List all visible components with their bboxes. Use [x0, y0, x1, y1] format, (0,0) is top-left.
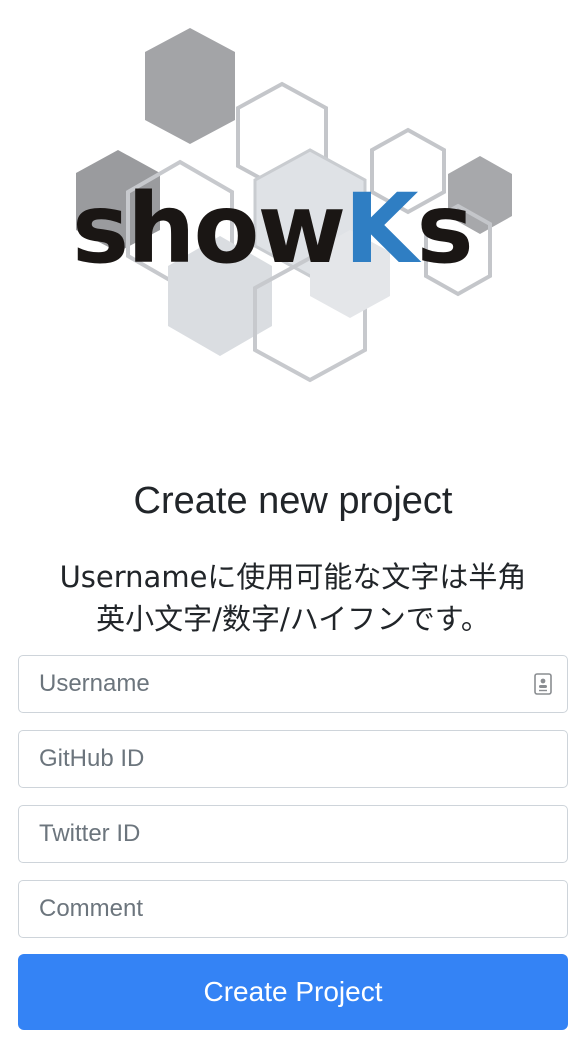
- username-field-wrap: [18, 655, 568, 713]
- logo-text-show: show: [72, 173, 344, 285]
- twitter-id-input[interactable]: [18, 805, 568, 863]
- username-hint-line-2: 英小文字/数字/ハイフンです。: [96, 602, 490, 636]
- create-project-button[interactable]: Create Project: [18, 954, 568, 1030]
- contact-card-icon[interactable]: [534, 673, 552, 695]
- page-title: Create new project: [133, 480, 453, 522]
- username-hint-line-1: Usernameに使用可能な文字は半角: [59, 560, 527, 594]
- twitter-field-wrap: [18, 805, 568, 863]
- create-project-form: Create Project: [18, 655, 568, 1030]
- comment-input[interactable]: [18, 880, 568, 938]
- logo-wordmark: showKs: [72, 173, 472, 285]
- username-hint: Usernameに使用可能な文字は半角 英小文字/数字/ハイフンです。: [0, 556, 586, 640]
- logo-graphic: showKs: [72, 28, 512, 383]
- logo-text-s: s: [417, 173, 472, 285]
- github-id-input[interactable]: [18, 730, 568, 788]
- username-input[interactable]: [18, 655, 568, 713]
- logo-text-k: K: [344, 173, 422, 285]
- comment-field-wrap: [18, 880, 568, 938]
- hexagon-dark-top: [145, 28, 235, 144]
- github-field-wrap: [18, 730, 568, 788]
- showks-logo: showKs: [60, 20, 530, 390]
